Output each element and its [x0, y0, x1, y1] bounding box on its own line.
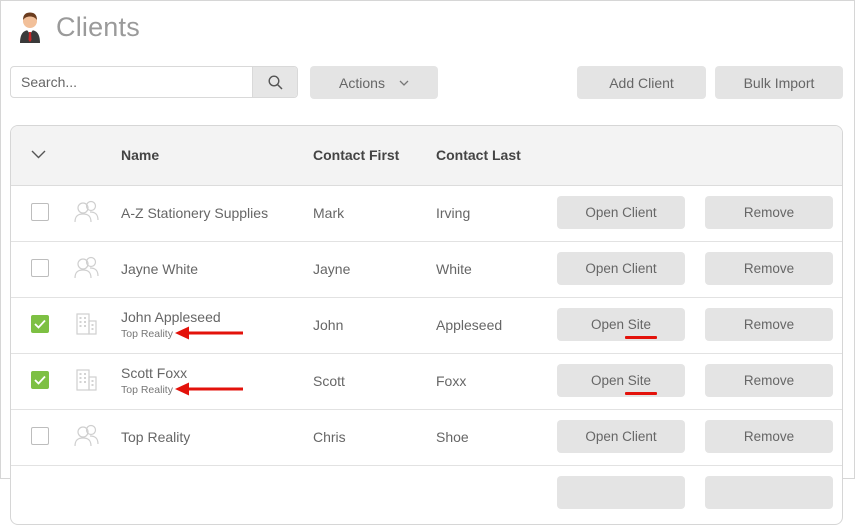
people-group-icon	[74, 256, 99, 279]
checkmark-icon	[34, 319, 46, 329]
contact-first: John	[313, 317, 344, 333]
row-checkbox[interactable]	[31, 371, 49, 389]
open-client-button[interactable]: Open Client	[557, 196, 685, 229]
contact-last: Irving	[436, 205, 471, 221]
annotation-underline	[625, 336, 657, 339]
table-row	[11, 465, 842, 521]
client-name: John Appleseed	[121, 309, 221, 325]
actions-dropdown[interactable]: Actions	[310, 66, 438, 99]
table-row: Jayne White Jayne White Open Client Remo…	[11, 241, 842, 298]
table-header: Name Contact First Contact Last	[11, 126, 842, 186]
client-name: Jayne White	[121, 261, 199, 277]
client-parent-label: Top Reality	[121, 328, 173, 340]
search-box	[10, 66, 298, 98]
contact-last: Foxx	[436, 373, 467, 389]
contact-last: Shoe	[436, 429, 469, 445]
client-name: Top Reality	[121, 429, 191, 445]
page-title: Clients	[56, 11, 140, 42]
contact-first: Scott	[313, 373, 345, 389]
annotation-arrow-icon	[175, 382, 243, 396]
open-client-button[interactable]: Open Client	[557, 420, 685, 453]
remove-button[interactable]: Remove	[705, 196, 833, 229]
client-parent-label: Top Reality	[121, 384, 173, 396]
row-checkbox[interactable]	[31, 203, 49, 221]
chevron-down-icon	[399, 80, 409, 86]
bulk-import-button[interactable]: Bulk Import	[715, 66, 843, 99]
remove-button[interactable]	[705, 476, 833, 509]
select-all-chevron-icon[interactable]	[31, 146, 46, 164]
client-name: A-Z Stationery Supplies	[121, 205, 269, 221]
clients-table: Name Contact First Contact Last A-Z Stat…	[10, 125, 843, 525]
row-checkbox[interactable]	[31, 315, 49, 333]
people-group-icon	[74, 424, 99, 447]
open-client-button[interactable]: Open Client	[557, 252, 685, 285]
building-icon	[76, 313, 97, 335]
remove-button[interactable]: Remove	[705, 252, 833, 285]
add-client-button[interactable]: Add Client	[577, 66, 706, 99]
column-header-contact-last[interactable]: Contact Last	[436, 147, 521, 163]
table-row: John Appleseed Top Reality John Applesee…	[11, 297, 842, 354]
row-checkbox[interactable]	[31, 259, 49, 277]
remove-button[interactable]: Remove	[705, 420, 833, 453]
contact-first: Jayne	[313, 261, 351, 277]
remove-button[interactable]: Remove	[705, 364, 833, 397]
client-name: Scott Foxx	[121, 365, 188, 381]
people-group-icon	[74, 200, 99, 223]
contact-first: Mark	[313, 205, 345, 221]
search-button[interactable]	[252, 67, 297, 97]
search-input[interactable]	[11, 67, 252, 97]
business-person-icon	[20, 12, 40, 43]
search-icon	[267, 74, 283, 90]
column-header-contact-first[interactable]: Contact First	[313, 147, 399, 163]
contact-last: Appleseed	[436, 317, 503, 333]
page-header: Clients	[18, 9, 140, 45]
open-site-button[interactable]: Open Site	[557, 364, 685, 397]
actions-label: Actions	[339, 74, 385, 91]
table-row: Scott Foxx Top Reality Scott Foxx Open S…	[11, 353, 842, 410]
contact-last: White	[436, 261, 472, 277]
remove-button[interactable]: Remove	[705, 308, 833, 341]
annotation-arrow-icon	[175, 326, 243, 340]
column-header-name[interactable]: Name	[121, 147, 159, 163]
checkmark-icon	[34, 375, 46, 385]
building-icon	[76, 369, 97, 391]
open-client-button[interactable]	[557, 476, 685, 509]
row-checkbox[interactable]	[31, 427, 49, 445]
table-row: A-Z Stationery Supplies Mark Irving Open…	[11, 185, 842, 242]
annotation-underline	[625, 392, 657, 395]
open-site-button[interactable]: Open Site	[557, 308, 685, 341]
contact-first: Chris	[313, 429, 346, 445]
table-row: Top Reality Chris Shoe Open Client Remov…	[11, 409, 842, 466]
